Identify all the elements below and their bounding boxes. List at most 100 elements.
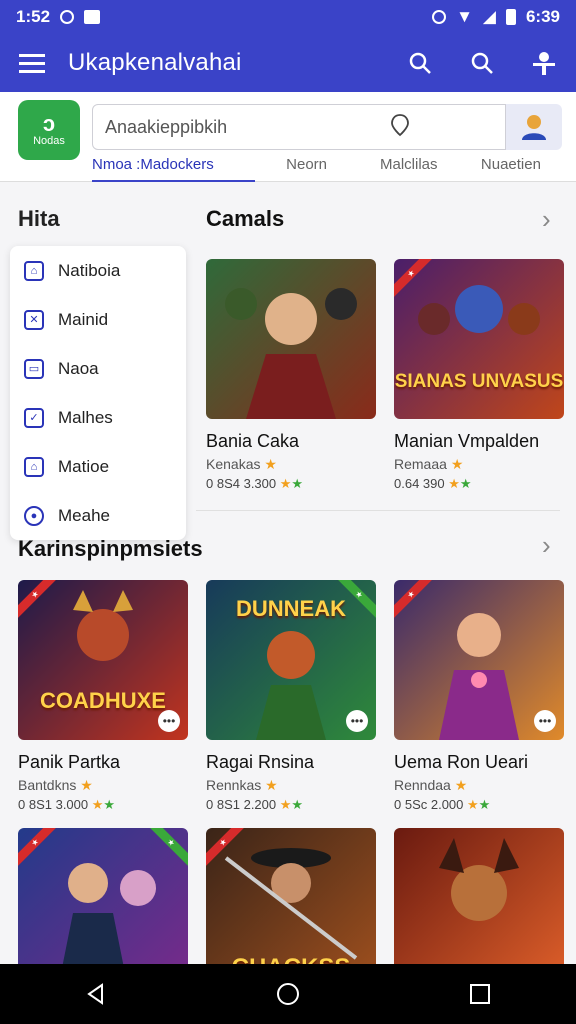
- game-card[interactable]: Bania Caka Kenakas ★ 0 8S4 3.300 ★★: [206, 259, 376, 492]
- game-developer: Kenakas ★: [206, 456, 277, 472]
- account-icon[interactable]: [530, 49, 558, 77]
- menu-icon[interactable]: [18, 49, 46, 77]
- game-title: Manian Vmpalden: [394, 431, 540, 451]
- chevron-right-icon[interactable]: ›: [542, 204, 551, 235]
- sidebar-item-label: Naoa: [58, 358, 99, 378]
- sidebar-item-malhes[interactable]: ✓ Malhes: [10, 393, 186, 442]
- star-icon: ★: [91, 797, 104, 812]
- game-thumbnail[interactable]: ★ •••: [394, 580, 564, 740]
- game-developer: Remaaa ★: [394, 456, 464, 472]
- star-icon: ★: [467, 797, 479, 812]
- alarm-icon: [432, 10, 447, 24]
- game-developer: Renndaa ★: [394, 777, 468, 793]
- tools-icon: ✕: [24, 309, 44, 330]
- game-title: Uema Ron Ueari: [394, 752, 529, 772]
- sidebar-item-meahe[interactable]: ● Meahe: [10, 491, 186, 540]
- game-stats: 0 8S1 3.000 ★★: [18, 797, 116, 812]
- game-developer: Bantdkns ★: [18, 777, 93, 793]
- game-art-title: DUNNEAK: [236, 596, 346, 621]
- sidebar-item-label: Natiboia: [58, 260, 121, 280]
- sidebar-item-natiboia[interactable]: ⌂ Natiboia: [10, 246, 186, 295]
- game-art-title: SIANAS UNVASUS: [394, 371, 564, 392]
- store-icon: ⌂: [24, 456, 44, 477]
- game-card[interactable]: ★ COADHUXE ••• Panik Partka Bantdkns ★ 0…: [18, 580, 188, 813]
- game-card[interactable]: ★ DUNNEAK ••• Ragai Rnsina Rennkas ★ 0 8…: [206, 580, 376, 813]
- game-stats: 0 8S4 3.300 ★★: [206, 476, 304, 491]
- profile-icon[interactable]: [506, 104, 562, 150]
- search-icon-secondary[interactable]: [468, 49, 496, 77]
- game-art-title: COADHUXE: [40, 688, 166, 713]
- sidebar-item-label: Matioe: [58, 456, 110, 476]
- game-developer: Rennkas ★: [206, 777, 278, 793]
- star-icon: ★: [448, 476, 460, 491]
- section-divider: [196, 510, 560, 511]
- sidebar-item-label: Malhes: [58, 407, 113, 427]
- tab-malclilas[interactable]: Malclilas: [358, 154, 460, 182]
- star-icon: ★: [103, 797, 116, 812]
- star-icon: ★: [450, 456, 464, 472]
- tab-neorn[interactable]: Neorn: [255, 154, 357, 182]
- game-card[interactable]: ★ ••• Uema Ron Ueari Renndaa ★ 0 5Sc 2.0…: [394, 580, 564, 813]
- section-title-karinspinpmsiets: Karinspinpmsiets: [18, 536, 203, 561]
- app-logo[interactable]: ɔ Nodas: [18, 100, 80, 160]
- logo-label: Nodas: [33, 135, 65, 147]
- game-stats: 0 8S1 2.200 ★★: [206, 797, 304, 812]
- section-title-camals: Camals: [206, 206, 285, 231]
- game-title: Bania Caka: [206, 431, 300, 451]
- system-nav-bar: [0, 964, 576, 1024]
- app-title: Ukapkenalvahai: [68, 49, 242, 76]
- game-thumbnail[interactable]: ★ DUNNEAK •••: [206, 580, 376, 740]
- inbox-icon: ▭: [24, 358, 44, 379]
- sidebar-item-label: Meahe: [58, 505, 110, 525]
- tab-nmoa[interactable]: Nmoa :Madockers: [92, 154, 256, 182]
- app-bar: Ukapkenalvahai: [0, 34, 576, 92]
- star-icon: ★: [279, 476, 292, 491]
- home-button-icon[interactable]: [274, 980, 302, 1008]
- status-bar: 1:52 ▼ ◢ 6:39: [0, 0, 576, 34]
- home-icon: ⌂: [24, 260, 44, 281]
- more-options-icon[interactable]: •••: [346, 710, 368, 732]
- sidebar-menu: ⌂ Natiboia ✕ Mainid ▭ Naoa ✓ Malhes ⌂ Matioe …: [10, 246, 186, 540]
- star-icon: ★: [454, 777, 468, 793]
- sidebar-item-mainid[interactable]: ✕ Mainid: [10, 295, 186, 344]
- star-icon: ★: [459, 476, 472, 491]
- tab-nuaetien[interactable]: Nuaetien: [460, 154, 562, 182]
- chat-icon: ●: [24, 505, 44, 526]
- recents-icon[interactable]: [466, 980, 494, 1008]
- star-icon: ★: [265, 777, 278, 793]
- star-icon: ★: [291, 476, 304, 491]
- star-icon: ★: [279, 797, 292, 812]
- sidebar-item-naoa[interactable]: ▭ Naoa: [10, 344, 186, 393]
- notification-icon: [60, 10, 75, 24]
- search-input[interactable]: [105, 116, 365, 138]
- game-thumbnail[interactable]: [206, 259, 376, 419]
- chevron-right-icon[interactable]: ›: [542, 530, 551, 561]
- sidebar-title: Hita: [18, 206, 60, 231]
- game-stats: 0.64 390 ★★: [394, 476, 472, 491]
- game-card[interactable]: ★ SIANAS UNVASUS Manian Vmpalden Remaaa …: [394, 259, 564, 492]
- signal-icon: ◢: [482, 7, 496, 26]
- star-icon: ★: [264, 456, 277, 472]
- search-box[interactable]: [92, 104, 506, 150]
- clock: 1:52: [16, 7, 51, 26]
- game-thumbnail[interactable]: ★ SIANAS UNVASUS: [394, 259, 564, 419]
- star-icon: ★: [291, 797, 304, 812]
- sidebar-item-matioe[interactable]: ⌂ Matioe: [10, 442, 186, 491]
- checklist-icon: ✓: [24, 407, 44, 428]
- game-thumbnail[interactable]: ★ COADHUXE •••: [18, 580, 188, 740]
- star-icon: ★: [478, 797, 491, 812]
- search-icon[interactable]: [406, 49, 434, 77]
- location-pin-icon[interactable]: [389, 113, 411, 142]
- message-icon: [84, 10, 101, 24]
- game-title: Ragai Rnsina: [206, 752, 315, 772]
- battery-time: 6:39: [525, 7, 560, 26]
- header-panel: ɔ Nodas Nmoa :Madockers Neorn Malclilas …: [0, 92, 576, 182]
- back-icon[interactable]: [82, 980, 110, 1008]
- more-options-icon[interactable]: •••: [534, 710, 556, 732]
- battery-icon: [505, 9, 516, 25]
- game-title: Panik Partka: [18, 752, 121, 772]
- more-options-icon[interactable]: •••: [158, 710, 180, 732]
- game-stats: 0 5Sc 2.000 ★★: [394, 797, 491, 812]
- wifi-icon: ▼: [456, 7, 473, 26]
- sidebar-item-label: Mainid: [58, 309, 109, 329]
